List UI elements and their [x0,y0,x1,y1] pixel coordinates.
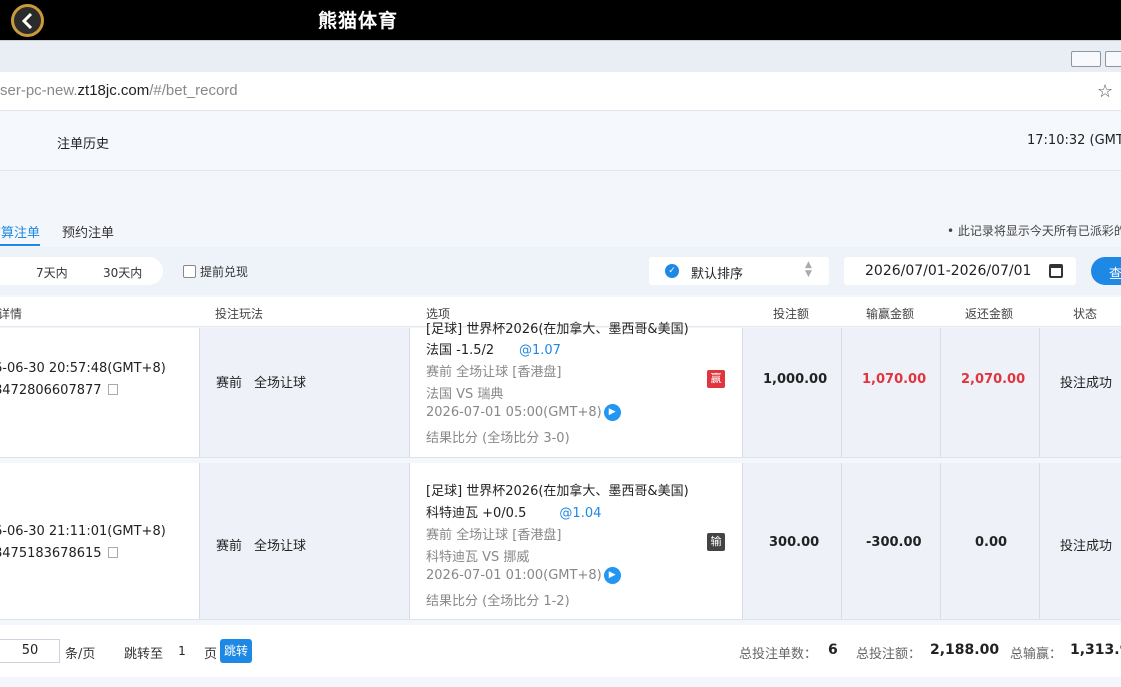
returned-amount: 0.00 [975,535,1008,550]
selection: 科特迪瓦 +0/0.5 @1.04 [426,506,602,521]
league-name: [足球] 世界杯2026(在加拿大、墨西哥&美国) [426,322,689,337]
total-win-label: 总输赢： [1010,647,1063,662]
returned-amount: 2,070.00 [961,372,1026,387]
url-text[interactable]: ser-pc-new.zt18jc.com/#/bet_record [0,82,238,99]
page-number-input[interactable]: 1 [168,639,196,663]
stake-amount: 300.00 [769,535,820,550]
col-win-loss: 输赢金额 [866,307,915,321]
bet-time: 6-06-30 20:57:48(GMT+8) [0,361,166,376]
range-7-days[interactable]: 7天内 [36,264,68,281]
match-teams: 法国 VS 瑞典 [426,387,504,402]
order-number: 8472806607877 [0,383,118,398]
total-stake-label: 总投注额： [856,647,922,662]
minimize-button[interactable] [1071,51,1101,67]
table-row[interactable]: 6-06-30 21:11:01(GMT+8) 8475183678615 赛前… [0,463,1121,620]
tab-reserved[interactable]: 预约注单 [62,222,114,241]
range-30-days[interactable]: 30天内 [103,264,142,281]
selection: 法国 -1.5/2 @1.07 [426,343,561,358]
market-info: 赛前 全场让球 [香港盘] [426,528,562,543]
play-type: 全场让球 [254,376,307,391]
play-stage: 赛前 [216,539,243,554]
match-time: 2026-07-01 05:00(GMT+8) ▶ [426,404,621,421]
lose-badge: 输 [707,533,725,551]
market-info: 赛前 全场让球 [香港盘] [426,365,562,380]
page-label: 页 [204,647,218,662]
pagination-bar: 50 条/页 跳转至 1 页 跳转 总投注单数： 6 总投注额： 2,188.0… [0,625,1121,677]
bet-status: 投注成功 [1060,539,1113,554]
app-title-bar: 熊猫体育 [0,0,1121,40]
bookmark-star-icon[interactable]: ☆ [1097,81,1113,102]
total-count-label: 总投注单数： [739,647,818,662]
win-loss-amount: -300.00 [866,535,922,550]
sort-label: 默认排序 [691,267,744,282]
copy-icon[interactable] [107,547,118,558]
jump-to-label: 跳转至 [124,647,164,662]
checkbox-icon[interactable] [183,265,196,278]
early-cashout-label: 提前兑现 [200,265,249,279]
window-chrome [0,40,1121,72]
bet-status: 投注成功 [1060,376,1113,391]
bet-time: 6-06-30 21:11:01(GMT+8) [0,524,166,539]
win-badge: 赢 [707,370,725,388]
play-type: 全场让球 [254,539,307,554]
filter-bar: 7天内 30天内 提前兑现 ✓ 默认排序 ▲ ▼ 2026/07/01-2026/… [0,247,1121,295]
maximize-button[interactable] [1105,51,1121,67]
play-stage: 赛前 [216,376,243,391]
tab-bar: 结算注单 预约注单 • 此记录将显示今天所有已派彩的 [0,213,1121,247]
match-time: 2026-07-01 01:00(GMT+8) ▶ [426,567,621,584]
play-icon[interactable]: ▶ [603,404,621,421]
query-button[interactable]: 查 [1091,257,1121,285]
calendar-icon [1049,264,1063,278]
copy-icon[interactable] [107,384,118,395]
match-teams: 科特迪瓦 VS 挪威 [426,550,530,565]
table-row[interactable]: 6-06-30 20:57:48(GMT+8) 8472806607877 赛前… [0,322,1121,458]
match-score: 结果比分 (全场比分 3-0) [426,431,570,446]
date-range-value: 2026/07/01-2026/07/01 [865,263,1032,279]
early-cashout-filter[interactable]: 提前兑现 [183,263,248,280]
notice-text: • 此记录将显示今天所有已派彩的 [947,224,1121,238]
clock: 17:10:32 (GMT+8 [1027,133,1121,148]
jump-button[interactable]: 跳转 [220,639,252,663]
tab-settled[interactable]: 结算注单 [0,222,40,241]
page-title: 注单历史 [57,137,110,152]
col-stake: 投注额 [773,307,810,321]
total-count: 6 [828,642,838,658]
range-selector: 7天内 30天内 [0,257,163,285]
app-title: 熊猫体育 [318,10,399,32]
league-name: [足球] 世界杯2026(在加拿大、墨西哥&美国) [426,484,689,499]
check-circle-icon: ✓ [665,264,679,278]
page-header: 注单历史 17:10:32 (GMT+8 [0,111,1121,171]
col-status: 状态 [1073,307,1098,321]
address-bar[interactable]: ser-pc-new.zt18jc.com/#/bet_record ☆ [0,72,1121,111]
tab-active-indicator [0,244,40,246]
sort-select[interactable]: ✓ 默认排序 ▲ ▼ [649,257,829,285]
total-stake: 2,188.00 [930,642,1000,658]
stake-amount: 1,000.00 [763,372,828,387]
sort-arrows-icon: ▲ ▼ [805,260,812,279]
per-page-label: 条/页 [65,647,96,662]
play-icon[interactable]: ▶ [603,567,621,584]
col-detail: 详情 [0,307,23,321]
total-win: 1,313.9 [1070,642,1121,658]
order-number: 8475183678615 [0,546,118,561]
page-size-input[interactable]: 50 [0,639,60,663]
col-returned: 返还金额 [965,307,1014,321]
win-loss-amount: 1,070.00 [862,372,927,387]
date-range-picker[interactable]: 2026/07/01-2026/07/01 [844,257,1076,285]
match-score: 结果比分 (全场比分 1-2) [426,594,570,609]
col-play: 投注玩法 [215,307,264,321]
